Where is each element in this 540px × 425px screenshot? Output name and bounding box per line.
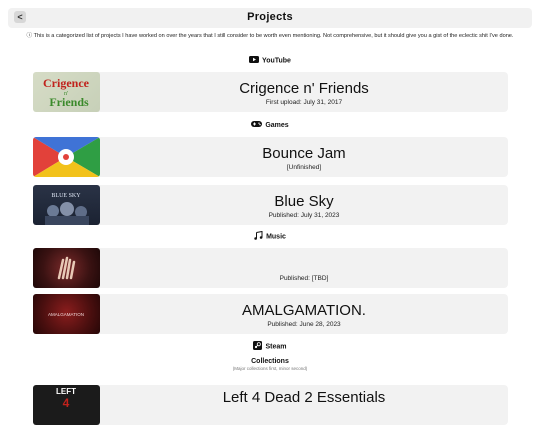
l4d2-thumb-text-2: 4 [63,396,70,410]
card-subtitle: [Unfinished] [286,164,322,171]
project-card-amalgamation[interactable]: AMALGAMATION AMALGAMATION. Published: Ju… [33,294,508,334]
section-music-label: Music [266,233,286,241]
card-subtitle: Published: July 31, 2023 [268,212,340,219]
section-games: Games [0,120,540,130]
section-steam-label: Steam [265,343,287,351]
card-subtitle: Published: [TBD] [279,275,329,282]
collections-note: (Major collections first, minor second) [232,366,308,371]
section-music: Music [0,230,540,242]
bounce-jam-thumbnail [33,137,100,177]
crigence-thumbnail: Crigence n' Friends [33,72,100,112]
card-subtitle: First upload: July 31, 2017 [265,99,343,106]
crigence-thumb-text-3: Friends [49,95,89,109]
l4d2-thumb-text-1: LEFT [56,387,76,396]
card-subtitle: Published: June 28, 2023 [267,321,341,328]
blue-sky-thumbnail: BLUE SKY [33,185,100,225]
steam-icon [253,341,263,352]
section-games-label: Games [265,121,289,129]
top-bar: < Projects [8,8,532,28]
project-card-crigence[interactable]: Crigence n' Friends Crigence n' Friends … [33,72,508,112]
collections-heading-block: Collections (Major collections first, mi… [0,358,540,371]
project-card-blue-sky[interactable]: BLUE SKY Blue Sky Published: July 31, 20… [33,185,508,225]
card-title: Left 4 Dead 2 Essentials [222,389,386,406]
crigence-thumb-text-1: Crigence [43,76,90,90]
amalgamation-thumb-text: AMALGAMATION [48,312,84,317]
section-youtube-label: YouTube [262,57,291,65]
gamepad-icon [251,120,263,130]
section-youtube: YouTube [0,56,540,65]
project-card-l4d2[interactable]: LEFT 4 Left 4 Dead 2 Essentials [33,385,508,425]
card-title: Blue Sky [274,193,334,210]
music-note-icon [254,230,263,242]
amalgamation-thumbnail: AMALGAMATION [33,294,100,334]
youtube-icon [249,56,260,65]
blue-sky-thumb-text: BLUE SKY [51,193,81,199]
page-title: Projects [247,11,293,23]
info-icon: ⓘ [26,33,33,39]
collections-title: Collections [251,358,289,365]
card-title: Crigence n' Friends [239,80,369,97]
card-title: AMALGAMATION. [242,302,366,319]
intro-text: ⓘ This is a categorized list of projects… [20,33,520,40]
section-steam: Steam [0,341,540,352]
project-card-bounce-jam[interactable]: Bounce Jam [Unfinished] [33,137,508,177]
card-title: Bounce Jam [262,145,346,162]
l4d2-thumbnail: LEFT 4 [33,385,100,425]
project-card-music-1[interactable]: Published: [TBD] [33,248,508,288]
music-thumbnail [33,248,100,288]
intro-text-body: This is a categorized list of projects I… [33,33,514,39]
